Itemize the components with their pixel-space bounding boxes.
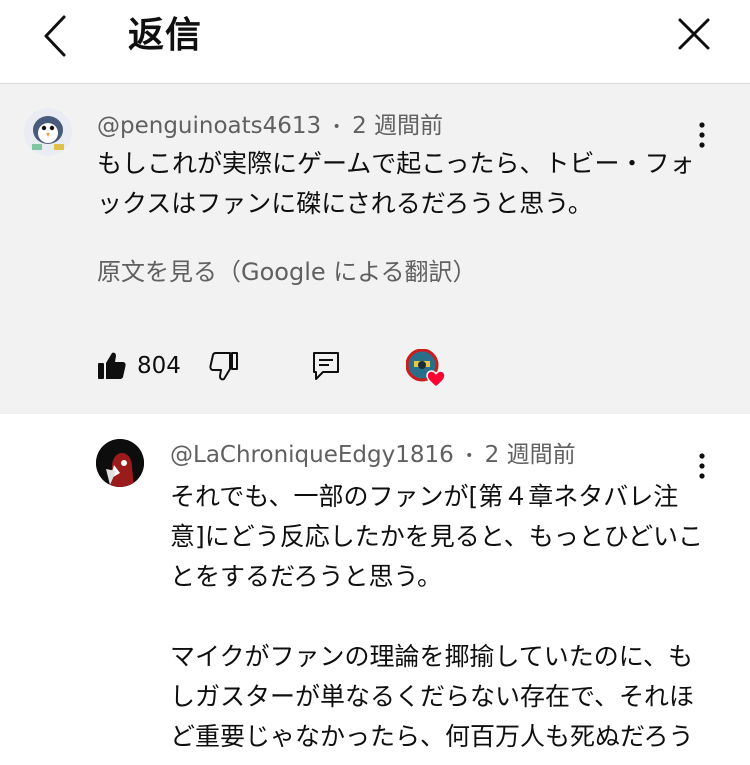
header-bar: 返信 bbox=[0, 0, 750, 84]
author-name[interactable]: @LaChroniqueEdgy1816 bbox=[170, 442, 454, 468]
penguin-avatar-icon bbox=[24, 108, 72, 156]
reply-button[interactable] bbox=[311, 350, 341, 382]
see-original-link[interactable]: 原文を見る（Google による翻訳） bbox=[97, 252, 477, 292]
character-avatar-icon bbox=[96, 439, 144, 487]
comment-actions: 804 bbox=[97, 346, 477, 389]
avatar[interactable] bbox=[24, 108, 72, 156]
creator-heart-badge bbox=[405, 348, 450, 389]
comment-time: 2 週間前 bbox=[352, 113, 444, 139]
parent-comment: @penguinoats4613 • 2 週間前 もしこれが実際にゲームで起こっ… bbox=[0, 84, 750, 414]
comment-meta: @penguinoats4613 • 2 週間前 bbox=[97, 112, 443, 141]
like-count: 804 bbox=[137, 353, 181, 379]
chevron-left-icon bbox=[44, 15, 66, 57]
meta-separator: • bbox=[465, 447, 474, 464]
close-icon bbox=[678, 18, 710, 50]
meta-separator: • bbox=[332, 118, 341, 135]
thumbs-up-icon bbox=[98, 352, 126, 379]
avatar[interactable] bbox=[96, 439, 144, 487]
page-title: 返信 bbox=[128, 15, 203, 56]
dislike-button[interactable] bbox=[209, 351, 239, 381]
comment-text: それでも、一部のファンが[第４章ネタバレ注意]にどう反応したかを見ると、もっとひ… bbox=[170, 482, 704, 751]
back-button[interactable] bbox=[36, 14, 76, 58]
author-name[interactable]: @penguinoats4613 bbox=[97, 113, 321, 139]
comment-text: もしこれが実際にゲームで起こったら、トビー・フォックスはファンに磔にされるだろう… bbox=[97, 149, 695, 218]
comment-time: 2 週間前 bbox=[484, 442, 576, 468]
thumbs-down-icon bbox=[209, 352, 238, 381]
comment-icon bbox=[313, 352, 339, 380]
close-button[interactable] bbox=[676, 16, 712, 52]
creator-heart-icon bbox=[405, 348, 446, 388]
comment-meta: @LaChroniqueEdgy1816 • 2 週間前 bbox=[170, 441, 576, 470]
like-button[interactable] bbox=[97, 351, 127, 381]
reply-comment: @LaChroniqueEdgy1816 • 2 週間前 それでも、一部のファン… bbox=[0, 415, 750, 765]
